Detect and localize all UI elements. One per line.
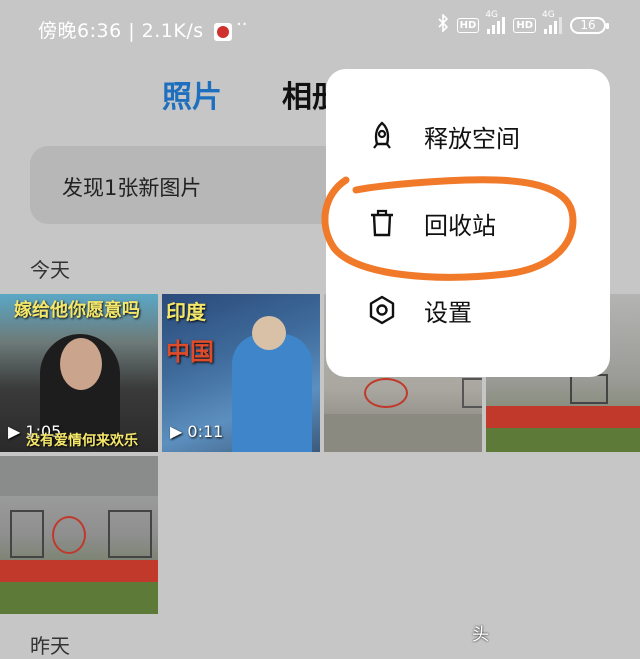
video-duration: ▶ 0:11 bbox=[170, 422, 224, 441]
tab-photos[interactable]: 照片 bbox=[162, 72, 222, 116]
hd-badge-2: HD bbox=[513, 17, 536, 33]
banner-text: 发现1张新图片 bbox=[62, 176, 202, 200]
battery-icon: 16 bbox=[570, 16, 609, 34]
status-icons: HD 4G HD 4G 16 bbox=[437, 10, 609, 36]
section-today-label: 今天 bbox=[30, 258, 70, 282]
status-bar: 傍晚6:36 | 2.1K/s ·· HD 4G HD 4G 16 bbox=[0, 0, 640, 58]
annotation-circle bbox=[321, 176, 577, 281]
signal-icon: 4G bbox=[485, 10, 506, 34]
status-time-speed: 傍晚6:36 | 2.1K/s bbox=[38, 16, 233, 43]
watermark: 头 bbox=[472, 625, 489, 645]
signal-icon-2: 4G bbox=[542, 10, 562, 34]
app-icon bbox=[214, 22, 233, 41]
hd-badge-1: HD bbox=[456, 17, 480, 33]
menu-item-free-space[interactable]: 释放空间 bbox=[326, 101, 610, 171]
gear-icon bbox=[366, 294, 398, 326]
rocket-icon bbox=[366, 120, 398, 152]
photo-thumb[interactable]: 印度 中国 ▶ 0:11 bbox=[162, 294, 320, 452]
photo-thumb[interactable] bbox=[0, 456, 158, 614]
menu-item-settings[interactable]: 设置 bbox=[326, 275, 610, 345]
status-more-dots: ·· bbox=[236, 14, 248, 35]
bluetooth-icon bbox=[437, 13, 449, 36]
photo-thumb[interactable]: 嫁给他你愿意吗 ▶ 1:05 没有爱情何来欢乐 bbox=[0, 294, 158, 452]
section-yesterday-label: 昨天 bbox=[30, 634, 70, 658]
